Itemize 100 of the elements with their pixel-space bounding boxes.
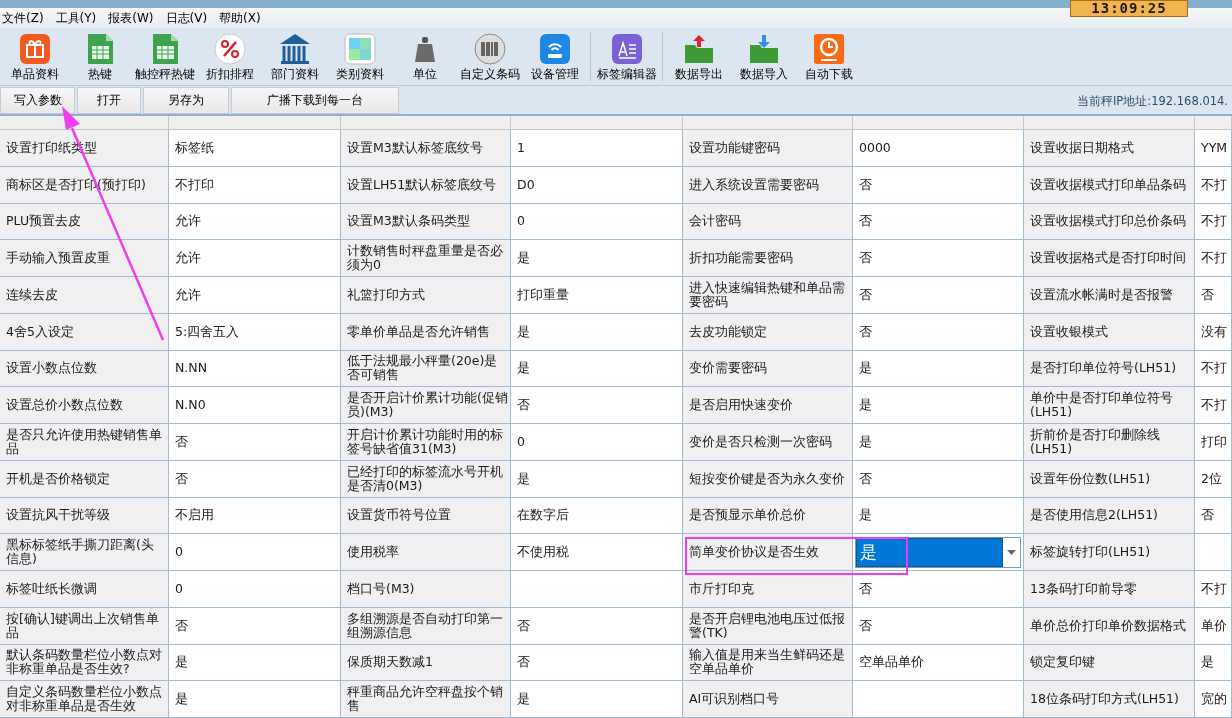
setting-value[interactable]: 在数字后 (511, 497, 683, 535)
column-header[interactable] (1195, 116, 1232, 130)
setting-value[interactable]: 否 (511, 387, 683, 424)
setting-value[interactable]: 是 (511, 460, 683, 498)
setting-value[interactable]: N.N0 (169, 387, 341, 424)
setting-value[interactable]: 允许 (169, 277, 341, 314)
setting-label: 零单价单品是否允许销售 (341, 313, 511, 351)
setting-value[interactable]: 是 (853, 387, 1024, 424)
toolbar-label[interactable]: 折扣排程 (205, 67, 254, 82)
setting-value[interactable]: 允许 (169, 240, 341, 277)
toolbar-label[interactable]: 类别资料 (335, 67, 384, 82)
setting-value[interactable]: 不使用税 (511, 534, 683, 571)
setting-value[interactable]: 否 (853, 607, 1024, 645)
setting-value[interactable]: 是 (853, 497, 1024, 535)
action-button[interactable]: 另存为 (143, 86, 229, 114)
toolbar-label[interactable]: 热键 (87, 67, 112, 82)
setting-label: 标签旋转打印(LH51) (1024, 534, 1195, 571)
setting-value[interactable]: YYM (1195, 130, 1232, 167)
folder-upload-icon (682, 33, 715, 65)
toolbar-label[interactable]: 触控秤热键 (134, 67, 195, 82)
setting-value[interactable]: 5:四舍五入 (169, 313, 341, 351)
setting-value[interactable]: 否 (511, 644, 683, 682)
action-button[interactable]: 打开 (77, 86, 141, 114)
toolbar-label[interactable]: 设备管理 (530, 67, 579, 82)
setting-value[interactable]: 否 (853, 460, 1024, 498)
setting-value[interactable]: 打印 (1195, 424, 1232, 461)
setting-value[interactable]: 否 (853, 277, 1024, 314)
setting-value[interactable]: 否 (853, 203, 1024, 241)
setting-value[interactable]: 打印重量 (511, 277, 683, 314)
toolbar-label[interactable]: 标签编辑器 (596, 67, 657, 82)
action-button[interactable]: 广播下载到每一台 (231, 86, 399, 114)
setting-value[interactable]: 是 (511, 240, 683, 277)
setting-value[interactable]: 0 (511, 424, 683, 461)
menu-item[interactable]: 帮助(X) (219, 9, 261, 27)
toolbar-label[interactable]: 自动下载 (804, 67, 853, 82)
setting-value[interactable]: 不打 (1195, 387, 1232, 424)
column-header[interactable] (1024, 116, 1195, 130)
setting-value[interactable]: 标签纸 (169, 130, 341, 167)
gift-icon (18, 33, 51, 65)
setting-value[interactable]: 不打 (1195, 571, 1232, 608)
setting-value[interactable]: 空单品单价 (853, 644, 1024, 682)
setting-label: 保质期天数减1 (341, 644, 511, 682)
menu-item[interactable]: 日志(V) (165, 9, 208, 27)
setting-value[interactable]: 否 (1195, 277, 1232, 314)
setting-value[interactable]: 不打 (1195, 166, 1232, 204)
column-header[interactable] (0, 116, 169, 130)
setting-value[interactable]: 是 (169, 644, 341, 682)
toolbar-label[interactable]: 单位 (412, 67, 437, 82)
setting-value[interactable]: N.NN (169, 350, 341, 388)
value-dropdown[interactable]: 是 (855, 536, 1021, 568)
setting-value[interactable]: 没有 (1195, 313, 1232, 351)
toolbar-label[interactable]: 数据导入 (739, 67, 788, 82)
setting-value[interactable]: 允许 (169, 203, 341, 241)
menu-item[interactable]: 工具(Y) (55, 9, 97, 27)
column-header[interactable] (683, 116, 853, 130)
setting-value[interactable]: 否 (853, 240, 1024, 277)
setting-value[interactable]: 是 (853, 424, 1024, 461)
setting-label: 设置小数点位数 (0, 350, 169, 388)
column-header[interactable] (169, 116, 341, 130)
setting-value[interactable]: 否 (1195, 497, 1232, 535)
menu-item[interactable]: 报表(W) (108, 9, 154, 27)
toolbar-label[interactable]: 单品资料 (10, 67, 59, 82)
setting-value[interactable]: 否 (853, 313, 1024, 351)
toolbar-label[interactable]: 数据导出 (674, 67, 723, 82)
setting-value[interactable]: 0 (511, 203, 683, 241)
setting-value[interactable]: 0 (169, 534, 341, 571)
setting-value[interactable]: 不打 (1195, 203, 1232, 241)
setting-value[interactable]: 不打 (1195, 240, 1232, 277)
setting-value[interactable]: 宽的 (1195, 681, 1232, 718)
setting-value[interactable]: 不启用 (169, 497, 341, 535)
setting-value[interactable]: 是 (169, 681, 341, 718)
setting-value[interactable]: 0000 (853, 130, 1024, 167)
setting-value[interactable]: 是 (511, 313, 683, 351)
menu-item[interactable]: 文件(Z) (2, 9, 44, 27)
setting-value[interactable]: 0 (169, 571, 341, 608)
column-header[interactable] (853, 116, 1024, 130)
setting-value[interactable]: 否 (853, 571, 1024, 608)
setting-value[interactable]: 否 (169, 460, 341, 498)
toolbar-label[interactable]: 自定义条码 (459, 67, 520, 82)
setting-label: 礼篮打印方式 (341, 277, 511, 314)
column-header[interactable] (511, 116, 683, 130)
setting-value[interactable]: 是 (853, 350, 1024, 388)
setting-value[interactable]: 否 (511, 607, 683, 645)
setting-value[interactable]: 2位 (1195, 460, 1232, 498)
setting-value[interactable]: 是 (511, 350, 683, 388)
setting-value[interactable]: 1 (511, 130, 683, 167)
setting-label: 是否使用信息2(LH51) (1024, 497, 1195, 535)
setting-value[interactable]: 单价 (1195, 607, 1232, 645)
setting-value[interactable]: 是 (511, 681, 683, 718)
setting-label: 4舍5入设定 (0, 313, 169, 351)
setting-value[interactable]: 否 (169, 607, 341, 645)
setting-value[interactable]: D0 (511, 166, 683, 204)
column-header[interactable] (341, 116, 511, 130)
toolbar-label[interactable]: 部门资料 (270, 67, 319, 82)
setting-value[interactable]: 否 (853, 166, 1024, 204)
action-button[interactable]: 写入参数 (0, 86, 75, 114)
setting-value[interactable]: 是 (1195, 644, 1232, 682)
setting-value[interactable]: 否 (169, 424, 341, 461)
setting-value[interactable]: 不打印 (169, 166, 341, 204)
setting-value[interactable]: 不打 (1195, 350, 1232, 388)
